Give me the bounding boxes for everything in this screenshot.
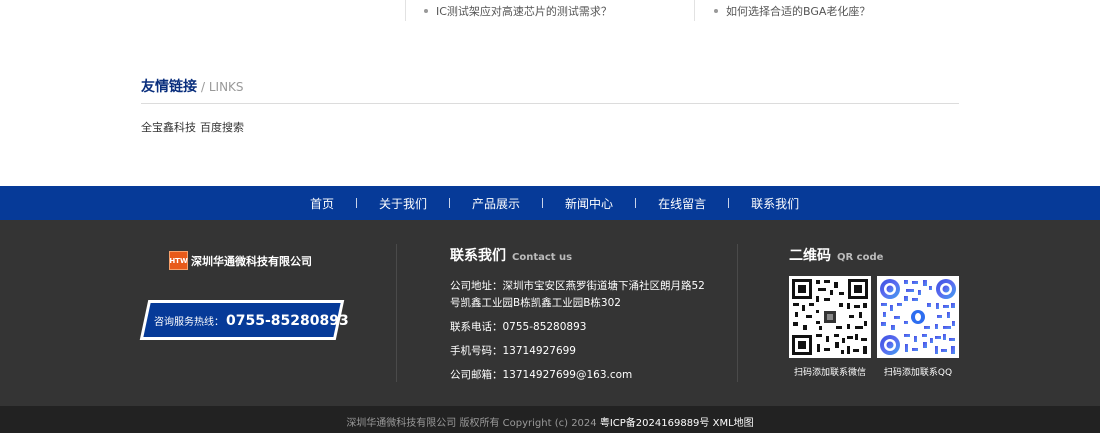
links-heading: 友情链接 / LINKS — [141, 76, 244, 96]
wechat-qr-caption: 扫码添加联系微信 — [793, 368, 866, 378]
links-title-en: / LINKS — [201, 80, 244, 94]
link-quanbaoxin[interactable]: 全宝鑫科技 — [141, 121, 196, 134]
contact-address-cont: 号凯鑫工业园B栋凯鑫工业园B栋302 — [450, 297, 621, 309]
hotline-number: 0755-85280893 — [226, 313, 349, 329]
nav-home[interactable]: 首页 — [288, 195, 356, 212]
logo-icon: HTW — [169, 251, 188, 270]
copyright-bar: 深圳华通微科技有限公司 版权所有 Copyright (c) 2024 粤ICP… — [0, 406, 1100, 433]
contact-heading: 联系我们 Contact us — [450, 245, 572, 265]
links-list: 全宝鑫科技 百度搜索 — [141, 119, 248, 135]
links-divider — [141, 103, 959, 104]
news-item-title[interactable]: IC测试架应对高速芯片的测试需求？ — [436, 5, 612, 18]
news-divider — [405, 0, 406, 21]
footer: HTW 深圳华通微科技有限公司 咨询服务热线： 0755-85280893 联系我… — [0, 220, 1100, 406]
copyright-text: 深圳华通微科技有限公司 版权所有 Copyright (c) 2024 — [346, 418, 597, 429]
nav-news[interactable]: 新闻中心 — [543, 195, 635, 212]
news-item-title[interactable]: 如何选择合适的BGA老化座？ — [726, 5, 870, 18]
footer-column-divider — [737, 244, 738, 382]
qr-title-en: QR code — [837, 252, 884, 263]
link-baidu[interactable]: 百度搜索 — [200, 121, 244, 134]
news-divider — [694, 0, 695, 21]
qq-qr-code — [877, 276, 959, 358]
nav-contact[interactable]: 联系我们 — [729, 195, 821, 212]
qq-qr-caption: 扫码添加联系QQ — [883, 368, 953, 378]
contact-mobile: 手机号码：13714927699 — [450, 345, 576, 357]
nav-message[interactable]: 在线留言 — [636, 195, 728, 212]
bullet-icon — [714, 9, 718, 13]
qr-heading: 二维码 QR code — [789, 245, 883, 265]
footer-column-divider — [396, 244, 397, 382]
hotline-badge: 咨询服务热线： 0755-85280893 — [139, 300, 349, 340]
hotline-label: 咨询服务热线： — [154, 317, 224, 328]
news-item[interactable]: IC测试架应对高速芯片的测试需求？ — [424, 3, 612, 19]
company-name: 深圳华通微科技有限公司 — [191, 254, 312, 268]
contact-title-cn: 联系我们 — [450, 248, 506, 264]
sitemap-link[interactable]: XML地图 — [713, 418, 754, 429]
contact-phone: 联系电话：0755-85280893 — [450, 321, 587, 333]
icp-link[interactable]: 粤ICP备2024169889号 — [600, 418, 710, 429]
news-item[interactable]: 如何选择合适的BGA老化座？ — [714, 3, 870, 19]
news-list: IC测试架应对高速芯片的测试需求？ 如何选择合适的BGA老化座？ — [0, 0, 1100, 22]
contact-email: 公司邮箱：13714927699@163.com — [450, 369, 633, 381]
wechat-qr-code — [789, 276, 871, 358]
contact-address: 公司地址：深圳市宝安区燕罗街道塘下涌社区朗月路52 — [450, 280, 705, 292]
links-title-cn: 友情链接 — [141, 79, 197, 95]
nav-about[interactable]: 关于我们 — [357, 195, 449, 212]
copyright: 深圳华通微科技有限公司 版权所有 Copyright (c) 2024 粤ICP… — [0, 414, 1100, 429]
bullet-icon — [424, 9, 428, 13]
footer-nav: 首页 关于我们 产品展示 新闻中心 在线留言 联系我们 — [0, 186, 1100, 220]
contact-title-en: Contact us — [512, 252, 573, 263]
nav-products[interactable]: 产品展示 — [450, 195, 542, 212]
footer-logo[interactable]: HTW 深圳华通微科技有限公司 — [169, 251, 312, 270]
qr-title-cn: 二维码 — [789, 248, 831, 264]
